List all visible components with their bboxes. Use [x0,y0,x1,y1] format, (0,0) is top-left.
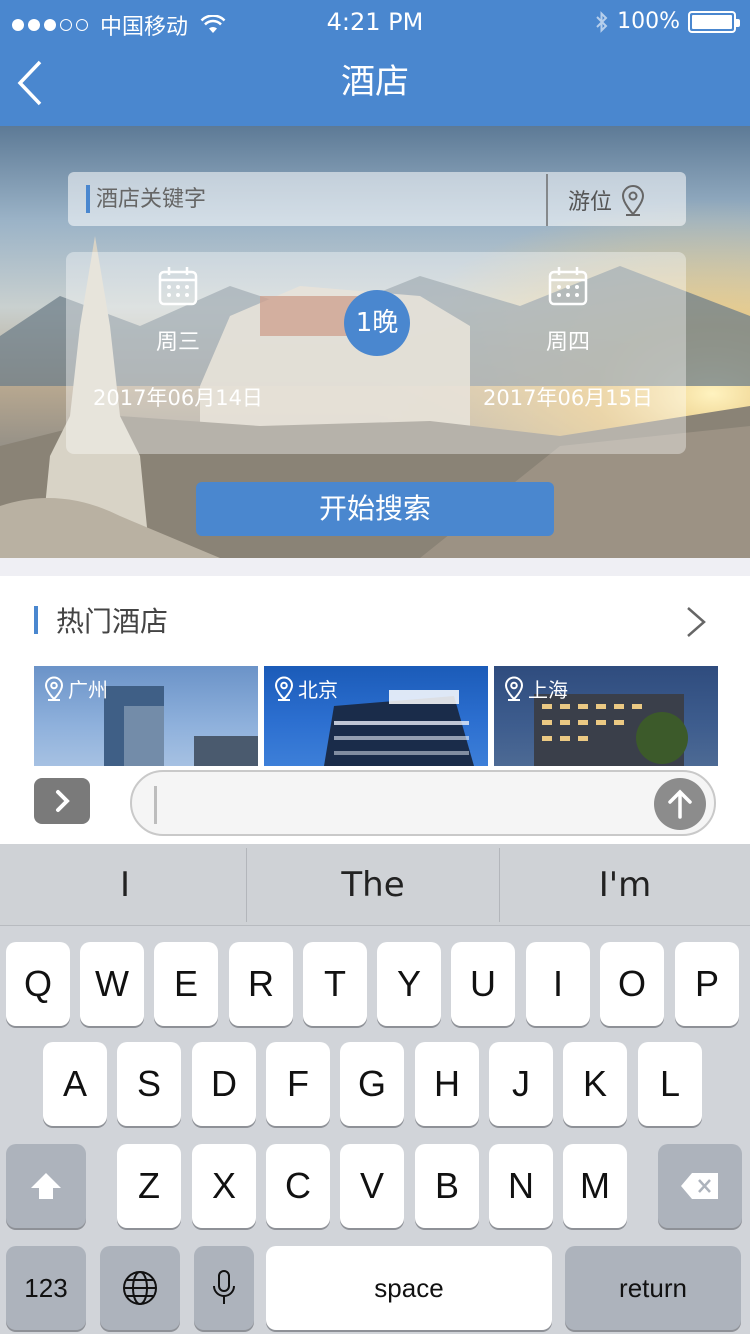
top-bar: 中国移动 4:21 PM 100% 酒店 [0,0,750,126]
key-n[interactable]: N [489,1144,553,1228]
city-card-guangzhou[interactable]: 广州 [34,666,258,766]
checkin-date[interactable]: 周三 2017年06月14日 [48,266,308,412]
key-b[interactable]: B [415,1144,479,1228]
status-bar: 中国移动 4:21 PM 100% [0,0,750,44]
map-pin-icon [44,676,64,701]
numbers-key[interactable]: 123 [6,1246,86,1330]
key-i[interactable]: I [526,942,590,1026]
city-card-beijing[interactable]: 北京 [264,666,488,766]
key-z[interactable]: Z [117,1144,181,1228]
key-a[interactable]: A [43,1042,107,1126]
section-title: 热门酒店 [56,605,169,638]
city-label: 上海 [502,674,568,703]
key-t[interactable]: T [303,942,367,1026]
divider [246,848,247,922]
checkout-date-text: 2017年06月15日 [483,386,653,410]
checkin-weekday: 周三 [155,330,200,355]
nights-badge: 1晚 [344,290,410,356]
backspace-icon [681,1173,718,1199]
shift-arrow-icon [31,1173,61,1199]
key-e[interactable]: E [154,942,218,1026]
text-cursor [154,786,157,824]
checkout-date[interactable]: 周四 2017年06月15日 [438,266,698,412]
key-g[interactable]: G [340,1042,404,1126]
key-v[interactable]: V [340,1144,404,1228]
city-label: 广州 [42,674,108,703]
chat-input-bar [0,766,750,844]
bluetooth-icon [595,10,609,33]
expand-button[interactable] [34,778,90,824]
delete-key[interactable] [658,1144,742,1228]
battery-percent: 100% [617,9,680,34]
checkin-date-text: 2017年06月14日 [93,386,263,410]
city-card-shanghai[interactable]: 上海 [494,666,718,766]
key-p[interactable]: P [675,942,739,1026]
key-h[interactable]: H [415,1042,479,1126]
locate-label: 游位 [568,190,613,215]
battery-icon [688,10,740,33]
key-w[interactable]: W [80,942,144,1026]
city-label: 北京 [272,674,338,703]
shift-key[interactable] [6,1144,86,1228]
key-l[interactable]: L [638,1042,702,1126]
text-cursor [86,185,90,213]
key-m[interactable]: M [563,1144,627,1228]
battery-area: 100% [595,9,740,34]
key-u[interactable]: U [451,942,515,1026]
key-q[interactable]: Q [6,942,70,1026]
page-title: 酒店 [341,62,409,102]
key-f[interactable]: F [266,1042,330,1126]
key-d[interactable]: D [192,1042,256,1126]
hotel-keyword-input[interactable] [96,180,536,218]
key-x[interactable]: X [192,1144,256,1228]
start-search-button[interactable]: 开始搜索 [196,482,554,536]
key-y[interactable]: Y [377,942,441,1026]
map-pin-icon [622,185,645,216]
suggestion-bar: I The I'm [0,844,750,926]
city-name: 上海 [528,678,568,702]
hero-banner: 游位 周三 2017年06月14日 1晚 周四 2017年06月15日 开始搜索 [0,126,750,558]
hotel-search-box[interactable]: 游位 [68,172,686,226]
message-input[interactable] [130,770,716,836]
suggestion-item[interactable]: The [248,844,498,926]
city-name: 北京 [298,678,338,702]
date-selector-card: 周三 2017年06月14日 1晚 周四 2017年06月15日 [66,252,686,454]
key-o[interactable]: O [600,942,664,1026]
checkout-weekday: 周四 [545,330,590,355]
section-accent-bar [34,606,38,634]
key-r[interactable]: R [229,942,293,1026]
hot-hotels-section: 热门酒店 广州 北京 上海 [0,576,750,766]
return-key[interactable]: return [565,1246,741,1330]
microphone-icon [213,1270,235,1304]
globe-icon [123,1271,157,1305]
suggestion-item[interactable]: I [0,844,250,926]
arrow-up-icon [668,789,692,819]
chevron-right-icon [56,790,70,812]
keyboard: I The I'm Q W E R T Y U I O P A S D F G … [0,844,750,1334]
map-pin-icon [504,676,524,701]
calendar-icon [548,266,588,310]
key-k[interactable]: K [563,1042,627,1126]
key-s[interactable]: S [117,1042,181,1126]
divider [546,174,548,226]
mic-key[interactable] [194,1246,254,1330]
battery-fill [692,14,732,29]
more-button[interactable] [682,604,710,640]
calendar-icon [158,266,198,310]
city-name: 广州 [68,678,108,702]
map-pin-icon [274,676,294,701]
locate-button[interactable]: 游位 [568,182,648,218]
section-gap [0,558,750,576]
city-list: 广州 北京 上海 [34,666,724,766]
suggestion-item[interactable]: I'm [500,844,750,926]
globe-key[interactable] [100,1246,180,1330]
space-key[interactable]: space [266,1246,552,1330]
key-j[interactable]: J [489,1042,553,1126]
key-c[interactable]: C [266,1144,330,1228]
chevron-right-icon [687,607,706,637]
send-button[interactable] [654,778,706,830]
